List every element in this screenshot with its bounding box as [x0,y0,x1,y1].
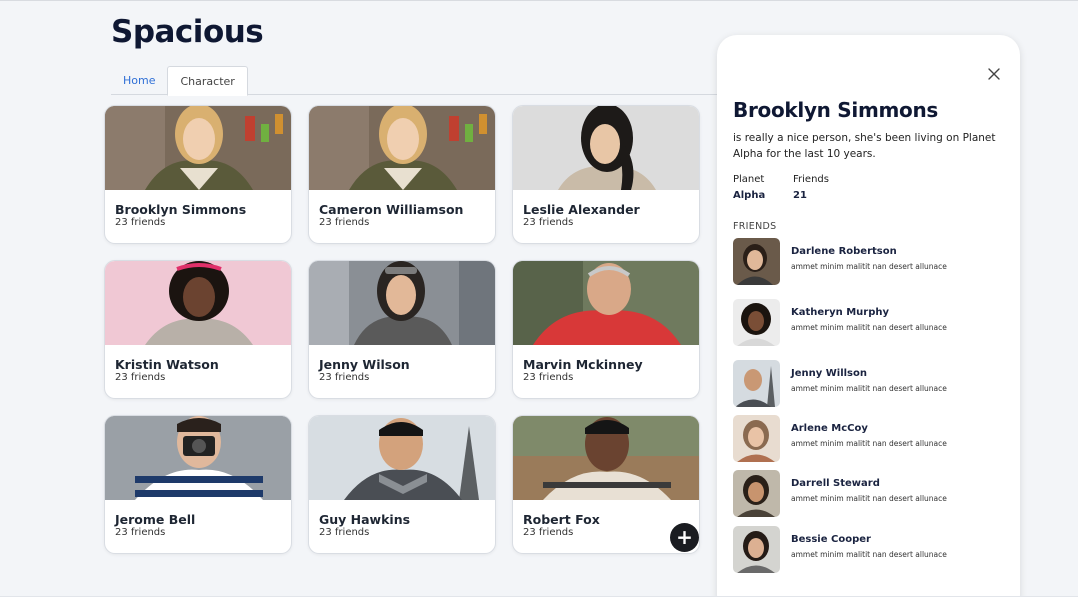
window-bottom-bar [0,596,1078,608]
friend-avatar [733,470,780,517]
friend-avatar [733,415,780,462]
character-friend-count: 23 friends [115,372,166,383]
character-name: Robert Fox [523,512,600,527]
friend-name: Darrell Steward [791,478,880,489]
character-photo [513,106,699,190]
character-friend-count: 23 friends [115,527,166,538]
friend-list-item[interactable]: Darlene Robertson ammet minim malitit na… [733,238,1003,286]
character-card[interactable]: Kristin Watson 23 friends [104,260,292,399]
friend-name: Bessie Cooper [791,534,871,545]
friend-description: ammet minim malitit nan desert allunace [791,323,947,332]
character-card[interactable]: Jenny Wilson 23 friends [308,260,496,399]
friend-list-item[interactable]: Bessie Cooper ammet minim malitit nan de… [733,526,1003,574]
character-name: Leslie Alexander [523,202,640,217]
friend-name: Arlene McCoy [791,423,868,434]
friend-avatar [733,360,780,407]
friend-avatar [733,526,780,573]
character-friend-count: 23 friends [523,217,574,228]
character-name: Cameron Williamson [319,202,464,217]
friend-avatar [733,299,780,346]
friend-name: Katheryn Murphy [791,307,890,318]
character-card[interactable]: Cameron Williamson 23 friends [308,105,496,244]
character-card[interactable]: Marvin Mckinney 23 friends [512,260,700,399]
character-name: Kristin Watson [115,357,219,372]
character-card[interactable]: Guy Hawkins 23 friends [308,415,496,554]
friend-list-item[interactable]: Jenny Willson ammet minim malitit nan de… [733,360,1003,408]
planet-value: Alpha [733,190,766,201]
friends-label: Friends [793,174,829,185]
character-photo [309,261,495,345]
friend-list-item[interactable]: Darrell Steward ammet minim malitit nan … [733,470,1003,518]
character-friend-count: 23 friends [319,217,370,228]
friends-heading: FRIENDS [733,221,777,232]
planet-label: Planet [733,174,765,185]
character-detail-panel: Brooklyn Simmons is really a nice person… [717,35,1020,608]
character-photo [105,106,291,190]
tab-bar: Home Character [111,66,717,96]
tab-character[interactable]: Character [167,66,248,96]
friend-name: Darlene Robertson [791,246,897,257]
friend-description: ammet minim malitit nan desert allunace [791,439,947,448]
character-card[interactable]: Leslie Alexander 23 friends [512,105,700,244]
character-card[interactable]: Brooklyn Simmons 23 friends [104,105,292,244]
add-character-button[interactable]: + [670,523,699,552]
friend-description: ammet minim malitit nan desert allunace [791,384,947,393]
character-friend-count: 23 friends [523,372,574,383]
character-friend-count: 23 friends [523,527,574,538]
character-photo [309,106,495,190]
friend-list-item[interactable]: Arlene McCoy ammet minim malitit nan des… [733,415,1003,463]
character-name: Brooklyn Simmons [115,202,247,217]
detail-bio: is really a nice person, she's been livi… [733,132,996,160]
app-title: Spacious [111,14,264,50]
friend-name: Jenny Willson [791,368,867,379]
friend-description: ammet minim malitit nan desert allunace [791,262,947,271]
character-card[interactable]: Jerome Bell 23 friends [104,415,292,554]
friend-avatar [733,238,780,285]
friends-value: 21 [793,190,807,201]
character-photo [513,416,699,500]
close-icon[interactable] [986,66,1002,82]
detail-name: Brooklyn Simmons [733,98,939,122]
tab-home[interactable]: Home [111,66,167,95]
character-photo [105,416,291,500]
character-friend-count: 23 friends [115,217,166,228]
character-photo [513,261,699,345]
character-photo [105,261,291,345]
friend-description: ammet minim malitit nan desert allunace [791,494,947,503]
character-friend-count: 23 friends [319,527,370,538]
character-photo [309,416,495,500]
character-friend-count: 23 friends [319,372,370,383]
friend-list-item[interactable]: Katheryn Murphy ammet minim malitit nan … [733,299,1003,347]
character-name: Guy Hawkins [319,512,411,527]
character-name: Marvin Mckinney [523,357,643,372]
character-name: Jerome Bell [115,512,196,527]
friend-description: ammet minim malitit nan desert allunace [791,550,947,559]
window-top-border [0,0,1078,1]
character-name: Jenny Wilson [319,357,410,372]
